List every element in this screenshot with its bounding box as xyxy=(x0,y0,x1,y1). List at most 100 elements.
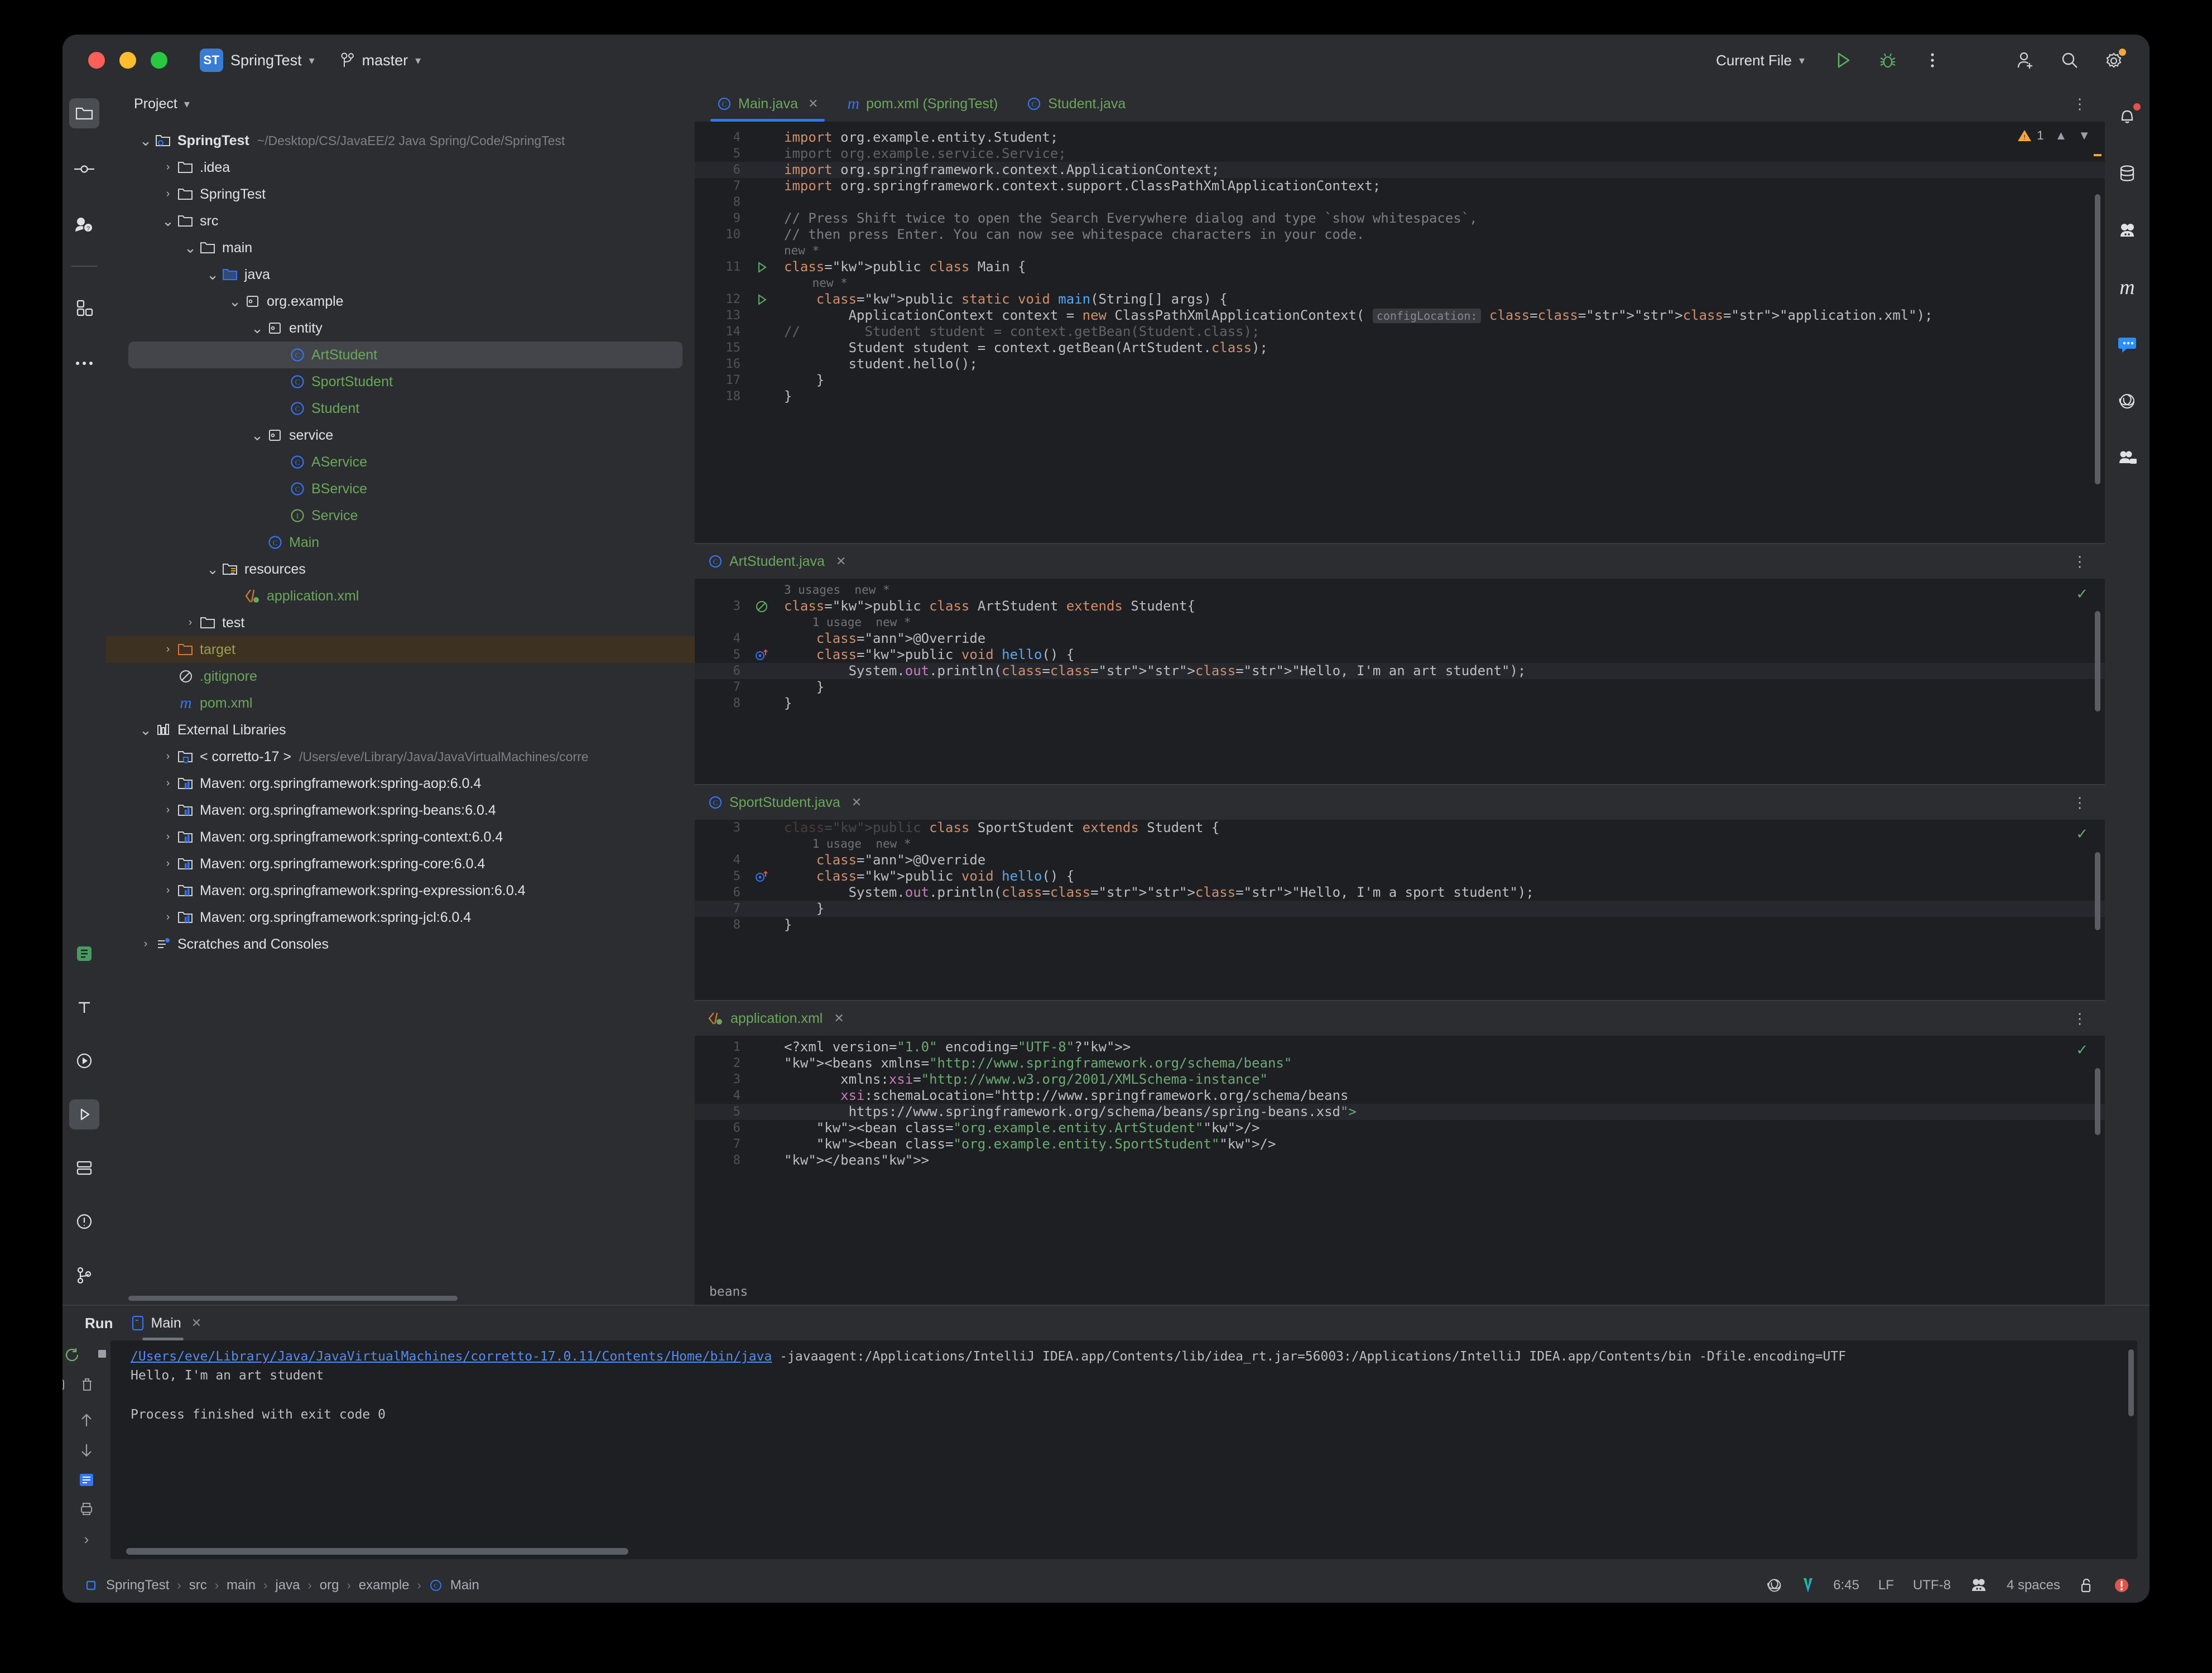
tree-node-entity[interactable]: ⌄ entity xyxy=(106,315,695,342)
prev-problem-icon[interactable]: ▲ xyxy=(2055,128,2067,143)
breadcrumb-item[interactable]: org xyxy=(320,1578,339,1593)
chevron-right-icon[interactable]: › xyxy=(161,751,175,763)
tree-node-springtest[interactable]: ⌄ SpringTest ~/Desktop/CS/JavaEE/2 Java Sp… xyxy=(106,127,695,154)
chevron-right-icon[interactable]: › xyxy=(161,777,175,790)
editor-tab-main-java[interactable]: C Main.java ✕ xyxy=(703,86,833,122)
project-tool-window-header[interactable]: Project ▾ xyxy=(106,86,695,122)
editor-options-icon[interactable]: ⋮ xyxy=(2072,95,2105,113)
commit-icon[interactable] xyxy=(69,154,99,184)
window-controls[interactable] xyxy=(88,52,167,69)
xml-editor-scrollbar[interactable] xyxy=(2095,1068,2100,1135)
inspection-ok-icon[interactable]: ✓ xyxy=(2076,825,2088,843)
tree-node-service[interactable]: ›IService xyxy=(106,502,695,529)
tree-node-target[interactable]: › target xyxy=(106,636,695,663)
editor-tab-student-java[interactable]: C Student.java xyxy=(1012,86,1140,122)
chevron-down-icon[interactable]: ⌄ xyxy=(250,428,265,443)
project-hscrollbar[interactable] xyxy=(106,1292,695,1305)
tree-node-idea[interactable]: › .idea xyxy=(106,154,695,181)
openai-icon[interactable] xyxy=(2112,386,2142,416)
tree-node-aservice[interactable]: ›CAService xyxy=(106,449,695,475)
tree-node-maven-org-springframework-spring-expression-6-0-4[interactable]: › Maven: org.springframework:spring-expre… xyxy=(106,877,695,904)
structure-icon[interactable] xyxy=(69,292,99,323)
tree-node-external-libraries[interactable]: ⌄ External Libraries xyxy=(106,717,695,743)
line-separator[interactable]: LF xyxy=(1878,1578,1894,1593)
chevron-right-icon[interactable]: › xyxy=(138,938,153,950)
chevron-right-icon[interactable]: › xyxy=(161,858,175,870)
sport-student-editor[interactable]: C SportStudent.java ✕ ⋮ 3 class="kw">publ… xyxy=(695,785,2105,1000)
problems-icon[interactable] xyxy=(69,1206,99,1237)
tree-node-main[interactable]: ›CMain xyxy=(106,529,695,556)
chevron-right-icon[interactable]: › xyxy=(161,161,175,174)
chevron-right-icon[interactable]: › xyxy=(161,831,175,843)
xml-breadcrumb[interactable]: beans xyxy=(709,1285,748,1299)
gutter-marker[interactable] xyxy=(749,600,774,613)
screenshot-icon[interactable] xyxy=(62,1377,65,1395)
editor-options-icon[interactable]: ⋮ xyxy=(2072,553,2105,570)
chevron-right-icon[interactable]: › xyxy=(161,804,175,816)
breadcrumb-item[interactable]: java xyxy=(275,1578,300,1593)
breadcrumb-item[interactable]: SpringTest xyxy=(106,1578,169,1593)
close-icon[interactable]: ✕ xyxy=(191,1316,201,1330)
chat-icon[interactable] xyxy=(2112,329,2142,359)
openai-icon[interactable] xyxy=(1766,1577,1783,1594)
maven-icon[interactable]: m xyxy=(2112,272,2142,302)
error-icon[interactable] xyxy=(2113,1576,2131,1594)
tree-node-pom-xml[interactable]: ›mpom.xml xyxy=(106,690,695,717)
chevron-down-icon[interactable]: ⌄ xyxy=(228,294,242,309)
print-icon[interactable] xyxy=(79,1502,94,1516)
branch-selector[interactable]: master ▾ xyxy=(334,49,428,73)
trash-icon[interactable] xyxy=(80,1377,94,1395)
chevron-right-icon[interactable]: › xyxy=(161,884,175,897)
sport-editor-scrollbar[interactable] xyxy=(2095,852,2100,930)
meeting-icon[interactable] xyxy=(2112,443,2142,473)
run-tab-main[interactable]: Main ✕ xyxy=(129,1315,208,1340)
run-configuration-selector[interactable]: Current File ▾ xyxy=(1709,49,1811,73)
services-icon[interactable] xyxy=(69,1153,99,1183)
chevron-down-icon[interactable]: ⌄ xyxy=(138,133,153,148)
editor-options-icon[interactable]: ⋮ xyxy=(2072,794,2105,811)
tree-node-gitignore[interactable]: ›.gitignore xyxy=(106,663,695,690)
file-encoding[interactable]: UTF-8 xyxy=(1913,1578,1951,1593)
project-icon[interactable] xyxy=(69,98,99,128)
console-java-path-link[interactable]: /Users/eve/Library/Java/JavaVirtualMachi… xyxy=(131,1349,772,1364)
tree-node-org-example[interactable]: ⌄ org.example xyxy=(106,288,695,315)
run-tool-icon[interactable] xyxy=(69,1046,99,1076)
minimize-window-button[interactable] xyxy=(119,52,136,69)
project-tree[interactable]: ⌄ SpringTest ~/Desktop/CS/JavaEE/2 Java Sp… xyxy=(106,122,695,1292)
caret-position[interactable]: 6:45 xyxy=(1833,1578,1859,1593)
scroll-down-icon[interactable] xyxy=(80,1443,93,1458)
main-editor-scrollbar[interactable] xyxy=(2095,194,2100,484)
ai-assistant-icon[interactable] xyxy=(2112,215,2142,246)
tree-node-maven-org-springframework-spring-jcl-6-0-4[interactable]: › Maven: org.springframework:spring-jcl:6… xyxy=(106,904,695,931)
tree-node-sportstudent[interactable]: ›CSportStudent xyxy=(106,368,695,395)
database-icon[interactable] xyxy=(2112,158,2142,189)
gutter-marker[interactable] xyxy=(749,648,774,662)
tree-node-service[interactable]: ⌄ service xyxy=(106,422,695,449)
console-vscrollbar[interactable] xyxy=(2128,1349,2134,1416)
art-student-editor[interactable]: C ArtStudent.java ✕ ⋮ 3 usages new * 3 cla… xyxy=(695,544,2105,784)
chevron-down-icon[interactable]: ⌄ xyxy=(250,321,265,335)
breadcrumb-item[interactable]: src xyxy=(189,1578,207,1593)
tree-node-artstudent[interactable]: ›CArtStudent xyxy=(128,342,682,368)
sport-student-tab-label[interactable]: SportStudent.java xyxy=(729,795,840,811)
close-icon[interactable]: ✕ xyxy=(852,795,862,810)
art-student-tab-label[interactable]: ArtStudent.java xyxy=(729,554,825,570)
breadcrumb-item[interactable]: main xyxy=(227,1578,256,1593)
tree-node-maven-org-springframework-spring-beans-6-0-4[interactable]: › Maven: org.springframework:spring-beans… xyxy=(106,797,695,824)
close-window-button[interactable] xyxy=(88,52,105,69)
tree-node-java[interactable]: ⌄ java xyxy=(106,261,695,288)
pull-requests-icon[interactable]: ? xyxy=(69,210,99,240)
inspection-ok-icon[interactable]: ✓ xyxy=(2076,1041,2088,1059)
expand-icon[interactable]: › xyxy=(84,1531,89,1548)
tree-node-bservice[interactable]: ›CBService xyxy=(106,475,695,502)
tree-node-maven-org-springframework-spring-core-6-0-4[interactable]: › Maven: org.springframework:spring-core:… xyxy=(106,850,695,877)
run-console[interactable]: /Users/eve/Library/Java/JavaVirtualMachi… xyxy=(110,1340,2137,1559)
chevron-right-icon[interactable]: › xyxy=(183,617,198,629)
tree-node-test[interactable]: › test xyxy=(106,609,695,636)
gutter-marker[interactable] xyxy=(749,870,774,883)
project-selector[interactable]: ST SpringTest ▾ xyxy=(193,45,321,75)
add-user-icon[interactable] xyxy=(2012,47,2038,73)
ai-icon[interactable] xyxy=(1970,1578,1988,1593)
rerun-icon[interactable] xyxy=(64,1347,80,1363)
chevron-down-icon[interactable]: ⌄ xyxy=(205,562,220,576)
